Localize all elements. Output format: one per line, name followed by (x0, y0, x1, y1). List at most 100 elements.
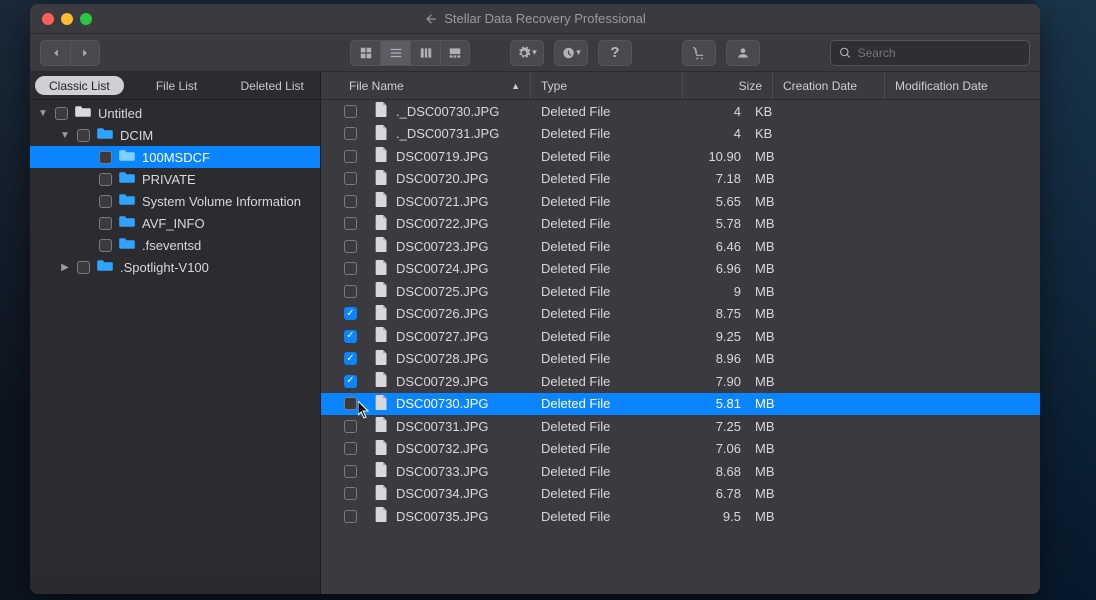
checkbox[interactable] (344, 375, 357, 388)
user-button[interactable] (726, 40, 760, 66)
folder-icon (119, 215, 135, 231)
nav-buttons (40, 40, 100, 66)
checkbox[interactable] (344, 442, 357, 455)
checkbox[interactable] (344, 352, 357, 365)
checkbox[interactable] (344, 510, 357, 523)
tree-item[interactable]: .fseventsd (30, 234, 320, 256)
checkbox[interactable] (344, 105, 357, 118)
file-row[interactable]: DSC00731.JPGDeleted File7.25MB (321, 415, 1040, 438)
file-row[interactable]: DSC00719.JPGDeleted File10.90MB (321, 145, 1040, 168)
cart-button[interactable] (682, 40, 716, 66)
file-name: DSC00725.JPG (396, 284, 489, 299)
file-type: Deleted File (531, 486, 683, 501)
tab-deleted-list[interactable]: Deleted List (224, 72, 320, 99)
file-row[interactable]: DSC00722.JPGDeleted File5.78MB (321, 213, 1040, 236)
col-header-type[interactable]: Type (531, 72, 683, 99)
checkbox[interactable] (344, 307, 357, 320)
checkbox[interactable] (55, 107, 68, 120)
file-row[interactable]: DSC00729.JPGDeleted File7.90MB (321, 370, 1040, 393)
file-size-unit: KB (751, 126, 781, 141)
view-columns-button[interactable] (410, 40, 440, 66)
checkbox[interactable] (344, 217, 357, 230)
checkbox[interactable] (344, 240, 357, 253)
file-icon (375, 440, 388, 458)
disclosure-icon[interactable]: ▼ (60, 130, 70, 141)
checkbox[interactable] (77, 261, 90, 274)
view-grid-button[interactable] (350, 40, 380, 66)
checkbox[interactable] (344, 487, 357, 500)
checkbox[interactable] (344, 127, 357, 140)
app-window: Stellar Data Recovery Professional ▾ ▾ ? (30, 4, 1040, 594)
search-box[interactable] (830, 40, 1030, 66)
file-type: Deleted File (531, 351, 683, 366)
checkbox[interactable] (99, 239, 112, 252)
file-row[interactable]: DSC00727.JPGDeleted File9.25MB (321, 325, 1040, 348)
file-row[interactable]: DSC00735.JPGDeleted File9.5MB (321, 505, 1040, 528)
file-row[interactable]: DSC00732.JPGDeleted File7.06MB (321, 438, 1040, 461)
titlebar: Stellar Data Recovery Professional (30, 4, 1040, 34)
file-icon (375, 417, 388, 435)
checkbox[interactable] (99, 151, 112, 164)
tree-item[interactable]: PRIVATE (30, 168, 320, 190)
file-icon (375, 192, 388, 210)
file-row[interactable]: DSC00733.JPGDeleted File8.68MB (321, 460, 1040, 483)
file-type: Deleted File (531, 306, 683, 321)
folder-tree[interactable]: ▼Untitled▼DCIM100MSDCFPRIVATESystem Volu… (30, 100, 320, 576)
file-row[interactable]: DSC00726.JPGDeleted File8.75MB (321, 303, 1040, 326)
checkbox[interactable] (99, 173, 112, 186)
view-gallery-button[interactable] (440, 40, 470, 66)
col-header-name[interactable]: File Name ▲ (321, 72, 531, 99)
checkbox[interactable] (344, 330, 357, 343)
file-name: DSC00724.JPG (396, 261, 489, 276)
file-row[interactable]: DSC00721.JPGDeleted File5.65MB (321, 190, 1040, 213)
file-size-unit: MB (751, 216, 781, 231)
view-list-button[interactable] (380, 40, 410, 66)
file-row[interactable]: DSC00725.JPGDeleted File9MB (321, 280, 1040, 303)
tree-item[interactable]: ▼DCIM (30, 124, 320, 146)
checkbox[interactable] (344, 195, 357, 208)
sort-asc-icon: ▲ (511, 81, 520, 91)
checkbox[interactable] (77, 129, 90, 142)
file-row[interactable]: DSC00720.JPGDeleted File7.18MB (321, 168, 1040, 191)
checkbox[interactable] (344, 465, 357, 478)
checkbox[interactable] (99, 195, 112, 208)
checkbox[interactable] (344, 285, 357, 298)
file-row[interactable]: ._DSC00730.JPGDeleted File4KB (321, 100, 1040, 123)
search-input[interactable] (858, 46, 1021, 60)
disclosure-icon[interactable]: ▶ (60, 262, 70, 273)
file-size: 6.96 (683, 261, 751, 276)
file-row[interactable]: ._DSC00731.JPGDeleted File4KB (321, 123, 1040, 146)
col-header-modification-date[interactable]: Modification Date (885, 72, 1040, 99)
file-row[interactable]: DSC00734.JPGDeleted File6.78MB (321, 483, 1040, 506)
settings-button[interactable]: ▾ (510, 40, 544, 66)
file-row[interactable]: DSC00724.JPGDeleted File6.96MB (321, 258, 1040, 281)
checkbox[interactable] (344, 397, 357, 410)
file-row[interactable]: DSC00730.JPGDeleted File5.81MB (321, 393, 1040, 416)
disclosure-icon[interactable]: ▼ (38, 108, 48, 119)
nav-forward-button[interactable] (70, 40, 100, 66)
tab-file-list[interactable]: File List (129, 72, 225, 99)
col-header-creation-date[interactable]: Creation Date (773, 72, 885, 99)
file-type: Deleted File (531, 126, 683, 141)
file-list[interactable]: ._DSC00730.JPGDeleted File4KB._DSC00731.… (321, 100, 1040, 594)
tree-item[interactable]: ▼Untitled (30, 102, 320, 124)
checkbox[interactable] (344, 420, 357, 433)
help-button[interactable]: ? (598, 40, 632, 66)
sidebar-tabs: Classic List File List Deleted List (30, 72, 320, 100)
checkbox[interactable] (344, 150, 357, 163)
tree-item[interactable]: ▶.Spotlight-V100 (30, 256, 320, 278)
checkbox[interactable] (344, 262, 357, 275)
tree-item[interactable]: AVF_INFO (30, 212, 320, 234)
nav-back-button[interactable] (40, 40, 70, 66)
file-size: 4 (683, 104, 751, 119)
file-row[interactable]: DSC00723.JPGDeleted File6.46MB (321, 235, 1040, 258)
tree-item[interactable]: System Volume Information (30, 190, 320, 212)
file-row[interactable]: DSC00728.JPGDeleted File8.96MB (321, 348, 1040, 371)
history-button[interactable]: ▾ (554, 40, 588, 66)
tab-classic-list[interactable]: Classic List (35, 76, 124, 95)
col-header-size[interactable]: Size (683, 72, 773, 99)
file-size-unit: MB (751, 171, 781, 186)
checkbox[interactable] (99, 217, 112, 230)
tree-item[interactable]: 100MSDCF (30, 146, 320, 168)
checkbox[interactable] (344, 172, 357, 185)
